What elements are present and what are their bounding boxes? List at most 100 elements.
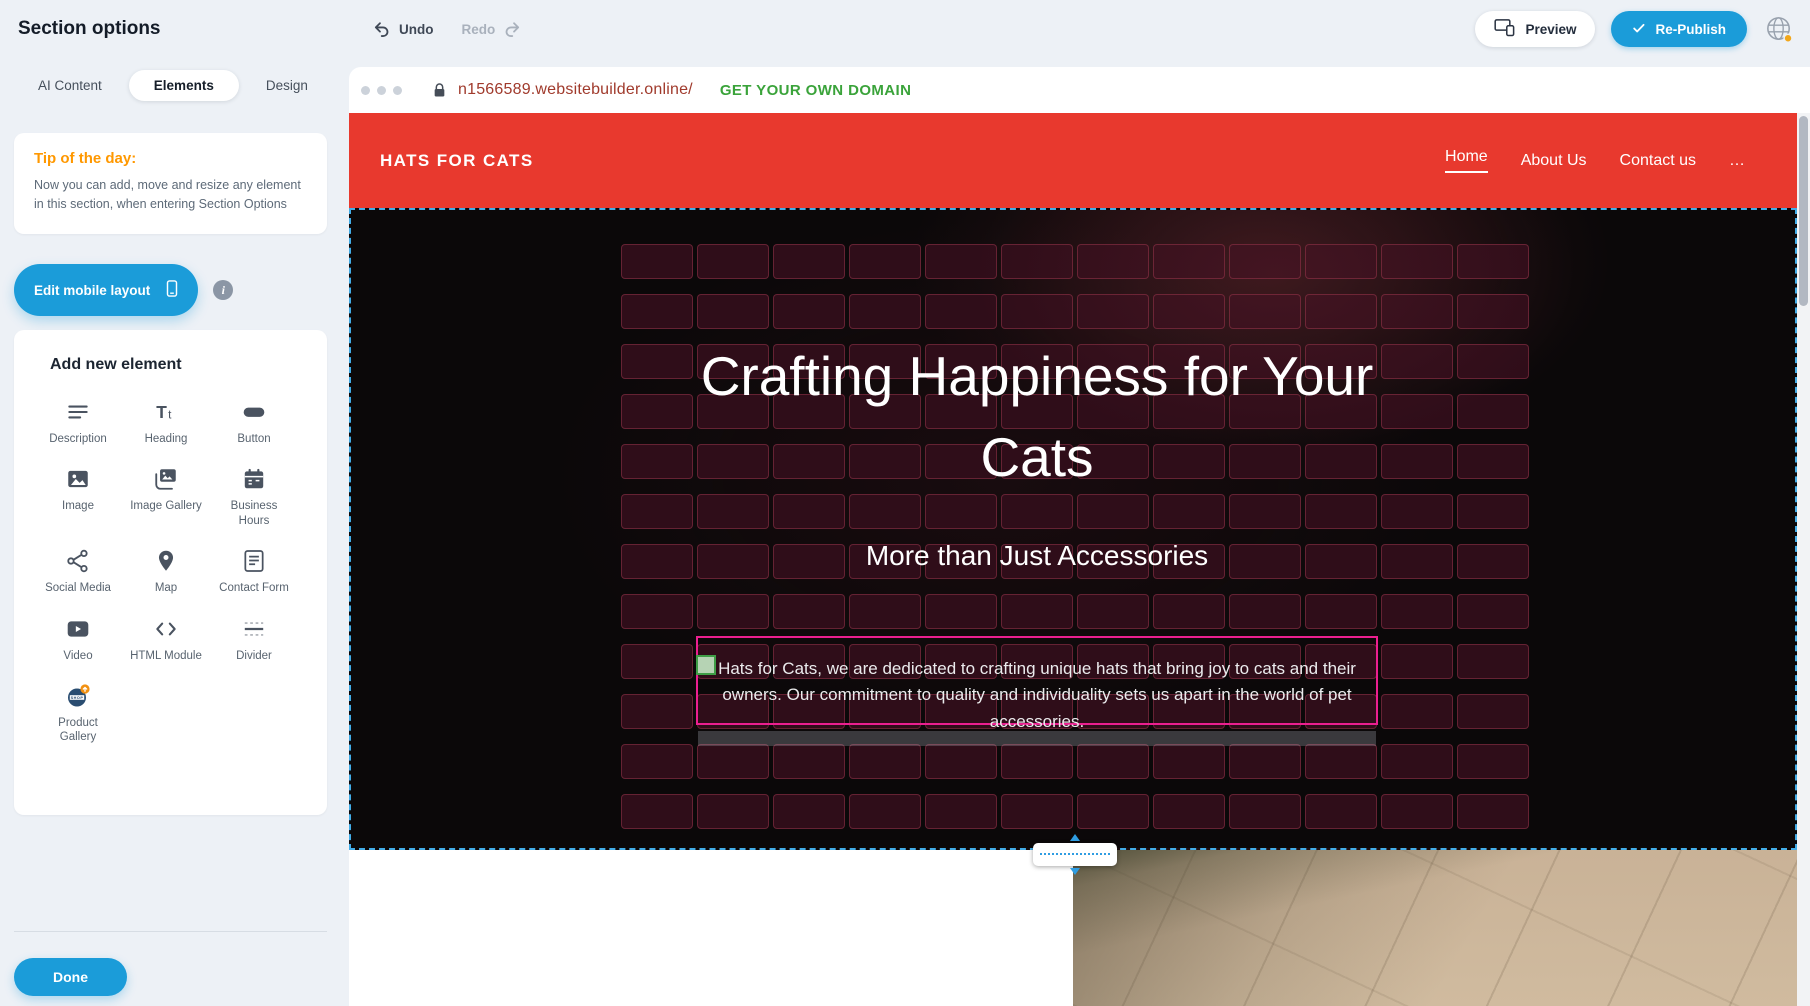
undo-icon <box>372 20 391 39</box>
hero-paragraph: Hats for Cats, we are dedicated to craft… <box>698 638 1376 735</box>
republish-label: Re-Publish <box>1655 22 1726 37</box>
info-icon[interactable]: i <box>213 280 233 300</box>
element-label: Product Gallery <box>40 716 116 745</box>
site-nav: Home About Us Contact us … <box>1445 113 1745 208</box>
section-resize-handle[interactable] <box>1033 843 1117 866</box>
share-icon <box>65 548 91 574</box>
phone-icon <box>163 279 181 301</box>
undo-label: Undo <box>399 22 434 37</box>
nav-home[interactable]: Home <box>1445 148 1488 173</box>
divider-icon <box>241 616 267 642</box>
site-logo[interactable]: HATS FOR CATS <box>380 151 534 171</box>
add-element-heading[interactable]: Tt Heading <box>122 394 210 451</box>
devices-icon <box>1494 18 1515 40</box>
redo-button[interactable]: Redo <box>462 20 523 39</box>
resize-dotted-line <box>1040 853 1110 855</box>
add-element-image[interactable]: Image <box>34 461 122 533</box>
add-element-panel: Add new element Description Tt Heading Butt… <box>14 330 327 815</box>
add-element-contact-form[interactable]: Contact Form <box>210 543 298 600</box>
add-element-description[interactable]: Description <box>34 394 122 451</box>
lock-icon <box>432 82 447 99</box>
code-icon <box>153 616 179 642</box>
tab-elements[interactable]: Elements <box>129 70 239 101</box>
add-element-video[interactable]: Video <box>34 611 122 668</box>
add-element-title: Add new element <box>50 356 327 374</box>
tip-of-the-day-card: Tip of the day: Now you can add, move an… <box>14 133 327 234</box>
video-icon <box>65 616 91 642</box>
tip-body: Now you can add, move and resize any ele… <box>34 176 307 215</box>
site-header: HATS FOR CATS Home About Us Contact us … <box>349 113 1797 208</box>
topbar: Section options Undo Redo Preview Re-Pub <box>0 0 1810 58</box>
tab-design[interactable]: Design <box>266 78 308 93</box>
window-controls <box>349 86 402 95</box>
selected-text-element[interactable]: Hats for Cats, we are dedicated to craft… <box>696 636 1378 725</box>
add-element-image-gallery[interactable]: Image Gallery <box>122 461 210 533</box>
selected-hero-section[interactable]: Crafting Happiness for Your Cats More th… <box>349 208 1797 850</box>
sidebar-tabs: AI Content Elements Design <box>38 70 308 101</box>
tab-ai-content[interactable]: AI Content <box>38 78 102 93</box>
element-label: Heading <box>145 432 188 446</box>
add-element-map[interactable]: Map <box>122 543 210 600</box>
hero-content: Crafting Happiness for Your Cats More th… <box>696 210 1378 848</box>
scrollbar-thumb[interactable] <box>1799 116 1808 306</box>
language-globe-button[interactable] <box>1763 13 1796 46</box>
edit-mobile-label: Edit mobile layout <box>34 283 150 298</box>
add-element-button[interactable]: Button <box>210 394 298 451</box>
preview-label: Preview <box>1525 22 1576 37</box>
add-element-social-media[interactable]: Social Media <box>34 543 122 600</box>
redo-icon <box>503 20 522 39</box>
pavement-image <box>1073 850 1797 1006</box>
element-label: Divider <box>236 649 272 663</box>
add-element-html-module[interactable]: HTML Module <box>122 611 210 668</box>
arrow-down-icon <box>1070 868 1080 875</box>
calendar-icon <box>241 466 267 492</box>
topbar-actions: Preview Re-Publish <box>1475 11 1796 47</box>
add-element-product-gallery[interactable]: SHOP Product Gallery <box>34 678 122 750</box>
element-label: Contact Form <box>219 581 289 595</box>
element-shadow <box>698 731 1376 746</box>
element-resize-handle[interactable] <box>696 655 716 675</box>
tip-heading: Tip of the day: <box>34 150 307 167</box>
done-button[interactable]: Done <box>14 958 127 996</box>
shop-icon: SHOP <box>65 683 91 709</box>
hero-subheading[interactable]: More than Just Accessories <box>696 540 1378 572</box>
svg-text:T: T <box>156 402 167 422</box>
browser-chrome-bar: n1566589.websitebuilder.online/ GET YOUR… <box>349 67 1810 113</box>
element-label: Business Hours <box>216 499 292 528</box>
scrollbar-track[interactable] <box>1797 113 1810 1006</box>
map-pin-icon <box>153 548 179 574</box>
get-domain-link[interactable]: GET YOUR OWN DOMAIN <box>720 82 912 99</box>
preview-button[interactable]: Preview <box>1475 11 1595 47</box>
element-label: Description <box>49 432 107 446</box>
nav-more[interactable]: … <box>1729 152 1745 170</box>
element-label: Button <box>237 432 270 446</box>
heading-icon: Tt <box>153 399 179 425</box>
window-control-dot <box>361 86 370 95</box>
element-label: Image Gallery <box>130 499 202 513</box>
svg-text:t: t <box>168 408 172 422</box>
republish-button[interactable]: Re-Publish <box>1611 11 1747 47</box>
window-control-dot <box>377 86 386 95</box>
add-element-business-hours[interactable]: Business Hours <box>210 461 298 533</box>
undo-button[interactable]: Undo <box>372 20 434 39</box>
check-icon <box>1632 21 1646 38</box>
element-grid: Description Tt Heading Button Image Image Gal… <box>34 394 327 750</box>
next-section-blank <box>349 850 1073 1006</box>
hero-heading[interactable]: Crafting Happiness for Your Cats <box>696 336 1378 498</box>
window-control-dot <box>393 86 402 95</box>
image-icon <box>65 466 91 492</box>
image-gallery-icon <box>153 466 179 492</box>
button-icon <box>241 399 267 425</box>
element-label: Video <box>63 649 92 663</box>
page-title: Section options <box>18 0 161 58</box>
element-label: Social Media <box>45 581 111 595</box>
element-label: HTML Module <box>130 649 202 663</box>
history-controls: Undo Redo <box>372 0 522 58</box>
element-label: Image <box>62 499 94 513</box>
edit-mobile-layout-button[interactable]: Edit mobile layout <box>14 264 198 316</box>
nav-about-us[interactable]: About Us <box>1521 152 1587 170</box>
add-element-divider[interactable]: Divider <box>210 611 298 668</box>
site-preview-window: n1566589.websitebuilder.online/ GET YOUR… <box>349 67 1810 1006</box>
globe-icon <box>1763 33 1796 50</box>
nav-contact-us[interactable]: Contact us <box>1620 152 1696 170</box>
